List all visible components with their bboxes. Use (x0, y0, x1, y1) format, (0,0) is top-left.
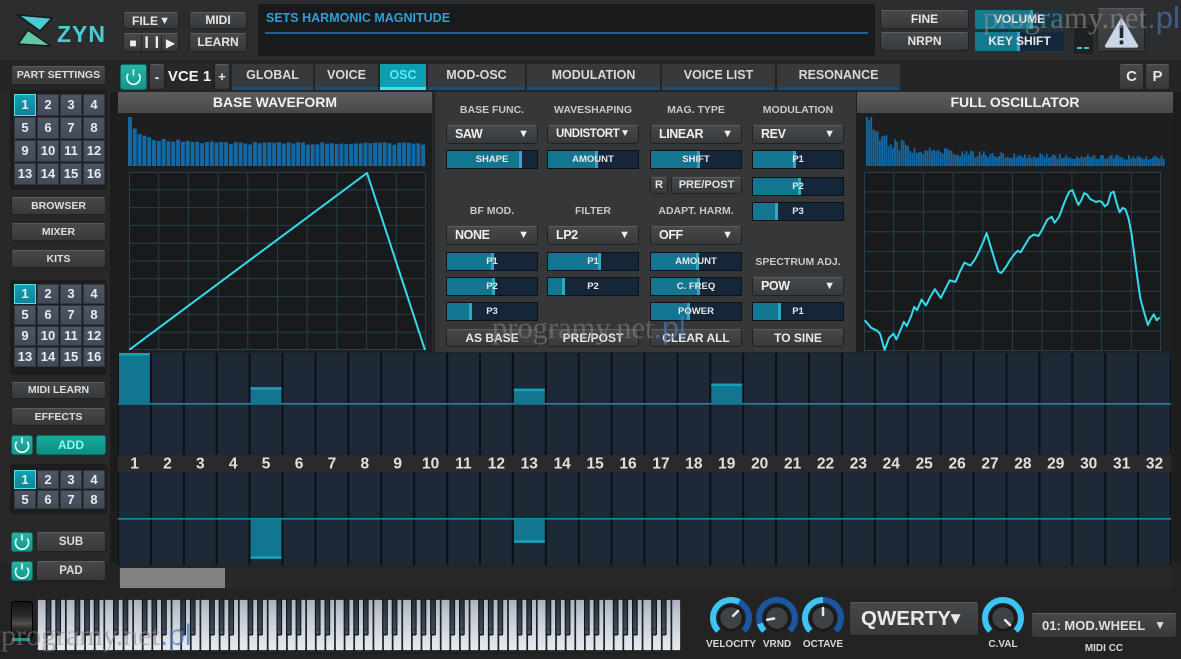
svg-text:22: 22 (817, 456, 834, 473)
svg-text:21: 21 (784, 456, 802, 473)
svg-text:28: 28 (1014, 456, 1032, 473)
svg-text:13: 13 (521, 456, 539, 473)
svg-text:20: 20 (751, 456, 768, 473)
svg-text:26: 26 (948, 456, 966, 473)
svg-text:4: 4 (229, 456, 238, 473)
svg-text:16: 16 (619, 456, 637, 473)
svg-text:3: 3 (196, 456, 205, 473)
svg-text:25: 25 (916, 456, 934, 473)
svg-text:30: 30 (1080, 456, 1097, 473)
svg-text:11: 11 (455, 456, 472, 473)
svg-text:2: 2 (163, 456, 172, 473)
svg-text:5: 5 (262, 456, 271, 473)
svg-text:10: 10 (422, 456, 439, 473)
svg-text:29: 29 (1047, 456, 1065, 473)
svg-text:19: 19 (718, 456, 736, 473)
svg-text:18: 18 (685, 456, 703, 473)
svg-text:8: 8 (360, 456, 369, 473)
svg-text:1: 1 (130, 456, 139, 473)
svg-text:9: 9 (393, 456, 402, 473)
svg-text:23: 23 (850, 456, 868, 473)
svg-text:32: 32 (1146, 456, 1163, 473)
svg-text:6: 6 (295, 456, 304, 473)
svg-text:ZYN: ZYN (57, 21, 106, 47)
svg-text:31: 31 (1113, 456, 1131, 473)
svg-text:15: 15 (586, 456, 604, 473)
svg-text:24: 24 (883, 456, 901, 473)
svg-text:12: 12 (488, 456, 505, 473)
svg-text:7: 7 (328, 456, 337, 473)
svg-text:14: 14 (554, 456, 572, 473)
svg-text:27: 27 (981, 456, 998, 473)
svg-text:17: 17 (652, 456, 669, 473)
